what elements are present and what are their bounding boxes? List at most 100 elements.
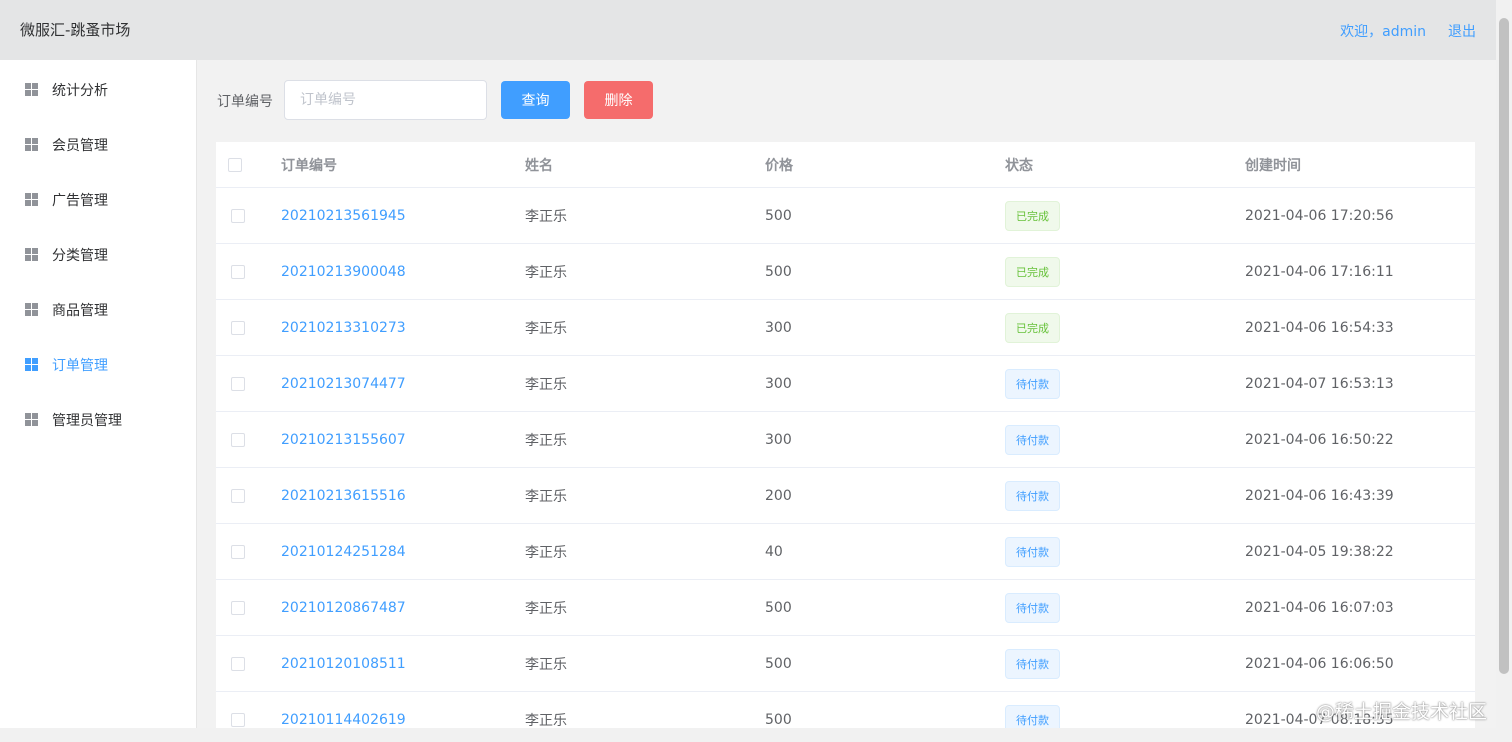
customer-name: 李正乐 [525,208,567,225]
table-row: 20210213561945 李正乐 500 已完成 2021-04-06 17… [216,188,1475,244]
created-time: 2021-04-05 19:38:22 [1245,543,1394,560]
main-content: 订单编号 查询 删除 订单编号 姓名 价格 状态 创建时间 2021021356… [197,60,1496,742]
vertical-scrollbar[interactable] [1496,0,1512,742]
status-badge: 待付款 [1005,592,1060,623]
table-row: 20210213900048 李正乐 500 已完成 2021-04-06 17… [216,244,1475,300]
sidebar-item-categories[interactable]: 分类管理 [0,227,196,282]
created-time: 2021-04-06 17:20:56 [1245,207,1394,224]
grid-icon [25,193,38,206]
order-price: 500 [765,599,792,616]
created-time: 2021-04-06 16:07:03 [1245,599,1394,616]
order-no-link[interactable]: 20210114402619 [281,712,406,728]
top-header: 微服汇-跳蚤市场 欢迎，admin 退出 [0,0,1496,60]
sidebar-item-members[interactable]: 会员管理 [0,117,196,172]
row-checkbox[interactable] [231,320,245,335]
customer-name: 李正乐 [525,264,567,281]
row-checkbox[interactable] [231,264,245,279]
order-price: 40 [765,543,783,560]
header-status: 状态 [1005,157,1033,174]
created-time: 2021-04-06 16:54:33 [1245,319,1394,336]
horizontal-scrollbar[interactable] [0,728,1496,742]
scrollbar-thumb[interactable] [1499,18,1509,674]
status-badge: 待付款 [1005,536,1060,567]
sidebar-item-label: 商品管理 [52,302,108,319]
customer-name: 李正乐 [525,544,567,561]
status-badge: 待付款 [1005,648,1060,679]
order-price: 300 [765,319,792,336]
header-price: 价格 [765,157,793,174]
table-row: 20210213155607 李正乐 300 待付款 2021-04-06 16… [216,412,1475,468]
order-no-link[interactable]: 20210213900048 [281,264,406,280]
query-button[interactable]: 查询 [501,81,570,119]
row-checkbox[interactable] [231,488,245,503]
order-price: 300 [765,431,792,448]
created-time: 2021-04-06 16:06:50 [1245,655,1394,672]
table-header: 订单编号 姓名 价格 状态 创建时间 [216,142,1475,188]
row-checkbox[interactable] [231,600,245,615]
sidebar-item-label: 分类管理 [52,247,108,264]
table-row: 20210120867487 李正乐 500 待付款 2021-04-06 16… [216,580,1475,636]
table-row: 20210213310273 李正乐 300 已完成 2021-04-06 16… [216,300,1475,356]
header-order-no: 订单编号 [281,157,337,174]
status-badge: 待付款 [1005,368,1060,399]
welcome-user-link[interactable]: 欢迎，admin [1340,21,1426,41]
order-no-link[interactable]: 20210124251284 [281,544,406,560]
table-row: 20210120108511 李正乐 500 待付款 2021-04-06 16… [216,636,1475,692]
table-row: 20210213074477 李正乐 300 待付款 2021-04-07 16… [216,356,1475,412]
order-no-label: 订单编号 [217,94,273,110]
customer-name: 李正乐 [525,656,567,673]
order-no-link[interactable]: 20210120867487 [281,600,406,616]
status-badge: 待付款 [1005,424,1060,455]
created-time: 2021-04-06 17:16:11 [1245,263,1394,280]
order-no-link[interactable]: 20210213561945 [281,208,406,224]
delete-button[interactable]: 删除 [584,81,653,119]
sidebar-item-admins[interactable]: 管理员管理 [0,392,196,447]
status-badge: 已完成 [1005,312,1060,343]
grid-icon [25,303,38,316]
header-created: 创建时间 [1245,157,1301,174]
order-no-search-input[interactable] [284,80,487,120]
customer-name: 李正乐 [525,488,567,505]
order-no-link[interactable]: 20210120108511 [281,656,406,672]
row-checkbox[interactable] [231,208,245,223]
sidebar-item-label: 管理员管理 [52,412,122,429]
app-title: 微服汇-跳蚤市场 [20,21,131,39]
row-checkbox[interactable] [231,432,245,447]
created-time: 2021-04-07 16:53:13 [1245,375,1394,392]
order-no-link[interactable]: 20210213615516 [281,488,406,504]
sidebar-menu: 统计分析 会员管理 广告管理 分类管理 商品管理 订单管理 管理员管理 [0,60,197,728]
created-time: 2021-04-06 16:50:22 [1245,431,1394,448]
sidebar-item-statistics[interactable]: 统计分析 [0,62,196,117]
row-checkbox[interactable] [231,544,245,559]
table-row: 20210124251284 李正乐 40 待付款 2021-04-05 19:… [216,524,1475,580]
grid-icon [25,248,38,261]
created-time: 2021-04-06 16:43:39 [1245,487,1394,504]
row-checkbox[interactable] [231,376,245,391]
sidebar-item-label: 订单管理 [52,357,108,374]
row-checkbox[interactable] [231,712,245,727]
grid-icon [25,413,38,426]
grid-icon [25,138,38,151]
grid-icon [25,358,38,371]
order-price: 500 [765,263,792,280]
row-checkbox[interactable] [231,656,245,671]
order-no-link[interactable]: 20210213310273 [281,320,406,336]
order-price: 500 [765,655,792,672]
sidebar-item-products[interactable]: 商品管理 [0,282,196,337]
order-price: 300 [765,375,792,392]
header-actions: 欢迎，admin 退出 [1340,21,1476,41]
customer-name: 李正乐 [525,320,567,337]
order-no-link[interactable]: 20210213074477 [281,376,406,392]
logout-link[interactable]: 退出 [1448,21,1476,41]
select-all-checkbox[interactable] [228,157,242,172]
sidebar-item-orders[interactable]: 订单管理 [0,337,196,392]
orders-table: 订单编号 姓名 价格 状态 创建时间 20210213561945 李正乐 50… [216,142,1475,742]
grid-icon [25,83,38,96]
status-badge: 已完成 [1005,200,1060,231]
order-price: 200 [765,487,792,504]
sidebar-item-label: 会员管理 [52,137,108,154]
sidebar-item-ads[interactable]: 广告管理 [0,172,196,227]
order-no-link[interactable]: 20210213155607 [281,432,406,448]
status-badge: 待付款 [1005,480,1060,511]
sidebar-item-label: 统计分析 [52,82,108,99]
